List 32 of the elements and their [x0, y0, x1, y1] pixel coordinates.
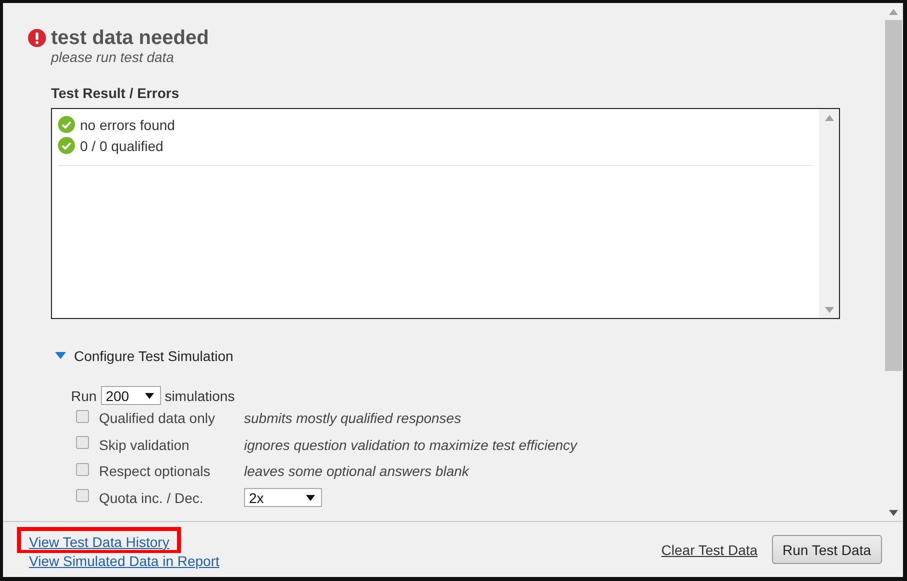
option-label: Quota inc. / Dec.	[99, 490, 204, 506]
option-description: leaves some optional answers blank	[244, 463, 469, 480]
scroll-up-icon[interactable]	[824, 114, 834, 120]
run-label: Run	[71, 388, 97, 404]
option-description: ignores question validation to maximize test efficiency	[244, 436, 578, 453]
section-toggle[interactable]: Configure Test Simulation	[55, 341, 234, 370]
checkbox[interactable]	[76, 462, 89, 476]
runs-select[interactable]: 200	[100, 386, 161, 405]
scrollbar-thumb[interactable]	[885, 20, 902, 371]
option-label: Qualified data only	[99, 410, 216, 426]
status-subtitle: please run test data	[51, 49, 175, 65]
clear-link[interactable]: Clear Test Data	[661, 542, 758, 558]
checkbox[interactable]	[76, 436, 89, 450]
status-title: test data needed	[51, 27, 209, 49]
scroll-down-icon[interactable]	[889, 510, 898, 516]
link[interactable]: View Simulated Data in Report	[29, 553, 220, 569]
option-label: Skip validation	[99, 436, 190, 453]
result-text: no errors found	[80, 116, 175, 132]
caret-icon	[144, 392, 154, 398]
checkbox[interactable]	[76, 489, 89, 502]
result-text: 0 / 0 qualified	[80, 138, 164, 154]
checkbox[interactable]	[76, 410, 89, 423]
caret-icon	[55, 352, 66, 359]
option-label: Respect optionals	[99, 463, 212, 480]
caret-icon	[306, 494, 315, 501]
run-button[interactable]: Run Test Data	[772, 535, 882, 564]
run-suffix: simulations	[164, 388, 235, 404]
multiplier-select[interactable]: 2x	[244, 488, 322, 508]
scroll-up-icon[interactable]	[889, 8, 898, 14]
link[interactable]: View Test Data History	[17, 527, 182, 553]
option-description: submits mostly qualified responses	[244, 410, 462, 426]
section-label: Test Result / Errors	[51, 85, 180, 101]
